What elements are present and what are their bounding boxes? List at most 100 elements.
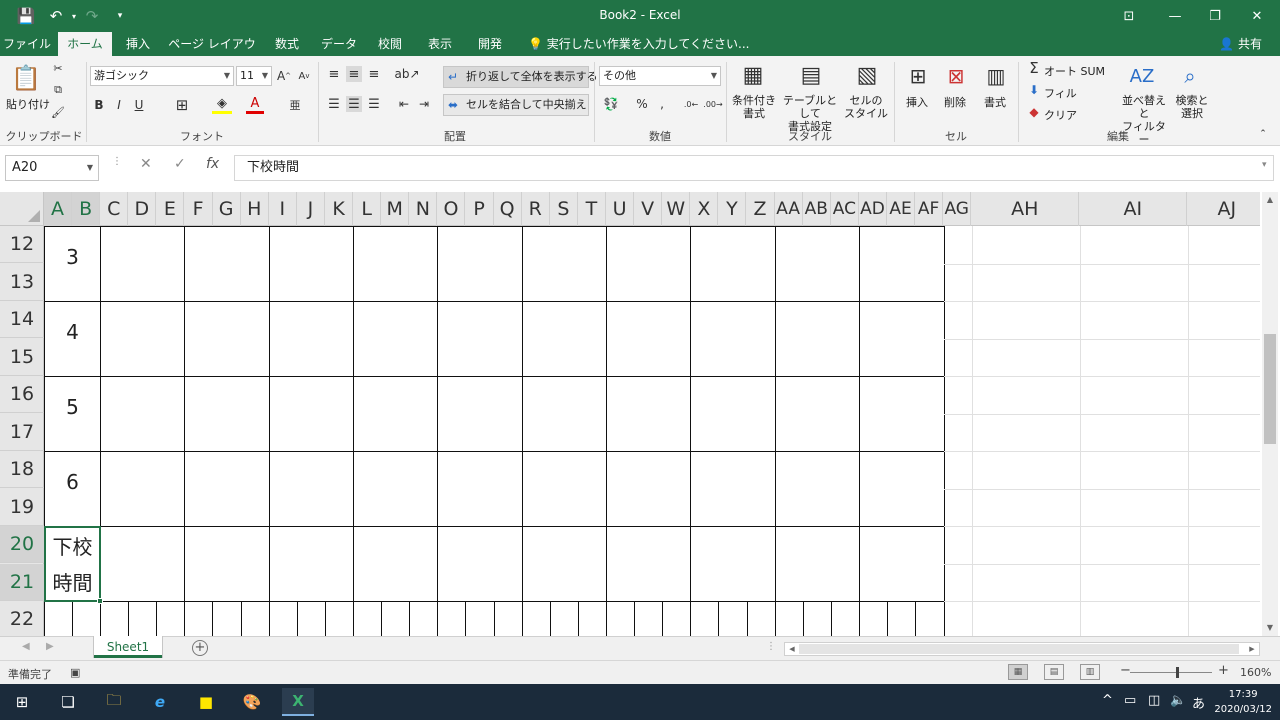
increase-decimal-icon[interactable]: .0← — [682, 96, 700, 112]
column-header-ae[interactable]: AE — [887, 192, 916, 226]
decrease-indent-icon[interactable]: ⇤ — [396, 96, 412, 112]
insert-cells-icon[interactable]: ⊞ — [904, 62, 932, 90]
close-icon[interactable]: ✕ — [1234, 0, 1280, 32]
row-header-18[interactable]: 18 — [0, 451, 44, 488]
column-header-c[interactable]: C — [100, 192, 129, 226]
normal-view-button[interactable]: ▦ — [1008, 664, 1028, 680]
zoom-out-button[interactable]: − — [1120, 663, 1131, 678]
zoom-in-button[interactable]: + — [1218, 663, 1229, 678]
column-header-m[interactable]: M — [381, 192, 410, 226]
tab-formulas[interactable]: 数式 — [264, 32, 310, 56]
tab-insert[interactable]: 挿入 — [116, 32, 160, 56]
increase-font-icon[interactable]: A ^ — [276, 68, 292, 84]
scroll-down-icon[interactable]: ▼ — [1262, 620, 1278, 636]
copy-icon[interactable]: ⧉ — [50, 82, 66, 98]
cell-value[interactable]: 3 — [45, 245, 100, 269]
increase-indent-icon[interactable]: ⇥ — [416, 96, 432, 112]
column-header-i[interactable]: I — [269, 192, 297, 226]
merge-center-button[interactable]: ⬌ セルを結合して中央揃え — [443, 94, 589, 116]
column-header-ac[interactable]: AC — [831, 192, 859, 226]
find-select-label[interactable]: 検索と 選択 — [1172, 94, 1212, 120]
column-header-x[interactable]: X — [690, 192, 719, 226]
column-header-ab[interactable]: AB — [803, 192, 831, 226]
border-icon[interactable]: ⊞ — [172, 96, 192, 114]
tab-page-layout[interactable]: ページ レイアウト — [166, 32, 258, 75]
zoom-slider[interactable] — [1130, 672, 1212, 673]
row-header-22[interactable]: 22 — [0, 601, 44, 636]
column-header-s[interactable]: S — [550, 192, 578, 226]
paste-label[interactable]: 貼り付け — [6, 96, 50, 112]
wrap-text-button[interactable]: ↵ 折り返して全体を表示する — [443, 66, 598, 88]
page-break-view-button[interactable]: ▥ — [1080, 664, 1100, 680]
cancel-icon[interactable]: ✕ — [140, 156, 152, 172]
add-sheet-icon[interactable]: + — [192, 640, 208, 656]
column-header-ad[interactable]: AD — [859, 192, 887, 226]
column-header-u[interactable]: U — [606, 192, 635, 226]
align-right-icon[interactable]: ☰ — [366, 96, 382, 112]
row-header-16[interactable]: 16 — [0, 376, 44, 413]
task-view-icon[interactable]: ❏ — [52, 688, 84, 716]
row-header-17[interactable]: 17 — [0, 414, 44, 451]
insert-cells-label[interactable]: 挿入 — [906, 94, 928, 110]
restore-icon[interactable]: ❐ — [1192, 0, 1238, 32]
tab-file[interactable]: ファイル — [0, 32, 54, 56]
share-button[interactable]: 👤 共有 — [1219, 32, 1262, 56]
windows-start-icon[interactable]: ⊞ — [6, 688, 38, 716]
battery-icon[interactable]: ▭ — [1124, 693, 1136, 708]
underline-button[interactable]: U — [132, 96, 146, 114]
column-header-k[interactable]: K — [325, 192, 354, 226]
column-header-ag[interactable]: AG — [943, 192, 972, 226]
phonetic-icon[interactable]: 亜 — [286, 96, 304, 114]
column-header-b[interactable]: B — [72, 192, 101, 226]
paint-icon[interactable]: 🎨 — [236, 688, 268, 716]
conditional-formatting-icon[interactable]: ▦ — [738, 60, 768, 90]
cell-styles-icon[interactable]: ▧ — [852, 60, 882, 90]
autosum-icon[interactable]: Σ — [1026, 59, 1042, 77]
delete-cells-label[interactable]: 削除 — [944, 94, 966, 110]
column-header-o[interactable]: O — [437, 192, 466, 226]
autosum-label[interactable]: オート SUM — [1044, 63, 1105, 79]
vertical-scroll-thumb[interactable] — [1264, 334, 1276, 444]
align-top-icon[interactable]: ≡ — [326, 66, 342, 82]
expand-formula-icon[interactable]: ▾ — [1262, 160, 1267, 170]
percent-icon[interactable]: % — [634, 96, 650, 112]
column-header-v[interactable]: V — [634, 192, 663, 226]
clear-label[interactable]: クリア — [1044, 107, 1077, 123]
column-header-d[interactable]: D — [128, 192, 157, 226]
column-header-a[interactable]: A — [44, 192, 73, 226]
cell-area[interactable]: 3 4 5 6 下校 時間 — [44, 226, 1260, 636]
insert-function-icon[interactable]: fx — [206, 156, 219, 172]
column-header-q[interactable]: Q — [494, 192, 522, 226]
column-header-l[interactable]: L — [353, 192, 382, 226]
fill-icon[interactable]: ⬇ — [1026, 82, 1042, 98]
column-header-ah[interactable]: AH — [971, 192, 1080, 226]
clock[interactable]: 17:39 2020/03/12 — [1214, 687, 1272, 717]
edge-icon[interactable]: e — [144, 688, 176, 716]
bold-button[interactable]: B — [92, 96, 106, 114]
cell-value[interactable]: 5 — [45, 395, 100, 419]
tell-me-box[interactable]: 💡 実行したい作業を入力してください... — [528, 32, 750, 56]
format-cells-label[interactable]: 書式 — [984, 94, 1006, 110]
horizontal-scroll-thumb[interactable] — [799, 644, 1239, 654]
paste-icon[interactable]: 📋 — [10, 62, 42, 94]
volume-icon[interactable]: 🔈 — [1170, 693, 1186, 708]
column-header-g[interactable]: G — [213, 192, 241, 226]
collapse-ribbon-icon[interactable]: ⌃ — [1256, 128, 1270, 140]
conditional-formatting-label[interactable]: 条件付き 書式 — [732, 94, 776, 120]
row-header-14[interactable]: 14 — [0, 301, 44, 338]
column-header-aj[interactable]: AJ — [1187, 192, 1268, 226]
format-painter-icon[interactable]: 🖌 — [50, 104, 66, 120]
column-header-n[interactable]: N — [409, 192, 438, 226]
ribbon-display-options-icon[interactable]: ⊡ — [1106, 0, 1152, 32]
column-header-w[interactable]: W — [662, 192, 691, 226]
font-name-select[interactable]: 游ゴシック ▼ — [90, 66, 234, 86]
row-header-20[interactable]: 20 — [0, 526, 44, 563]
delete-cells-icon[interactable]: ⊠ — [942, 62, 970, 90]
excel-taskbar-icon[interactable]: X — [282, 688, 314, 716]
fill-label[interactable]: フィル — [1044, 85, 1077, 101]
column-header-h[interactable]: H — [241, 192, 269, 226]
scroll-up-icon[interactable]: ▲ — [1262, 192, 1278, 208]
font-size-select[interactable]: 11 ▼ — [236, 66, 272, 86]
row-header-15[interactable]: 15 — [0, 339, 44, 376]
tab-developer[interactable]: 開発 — [468, 32, 512, 56]
